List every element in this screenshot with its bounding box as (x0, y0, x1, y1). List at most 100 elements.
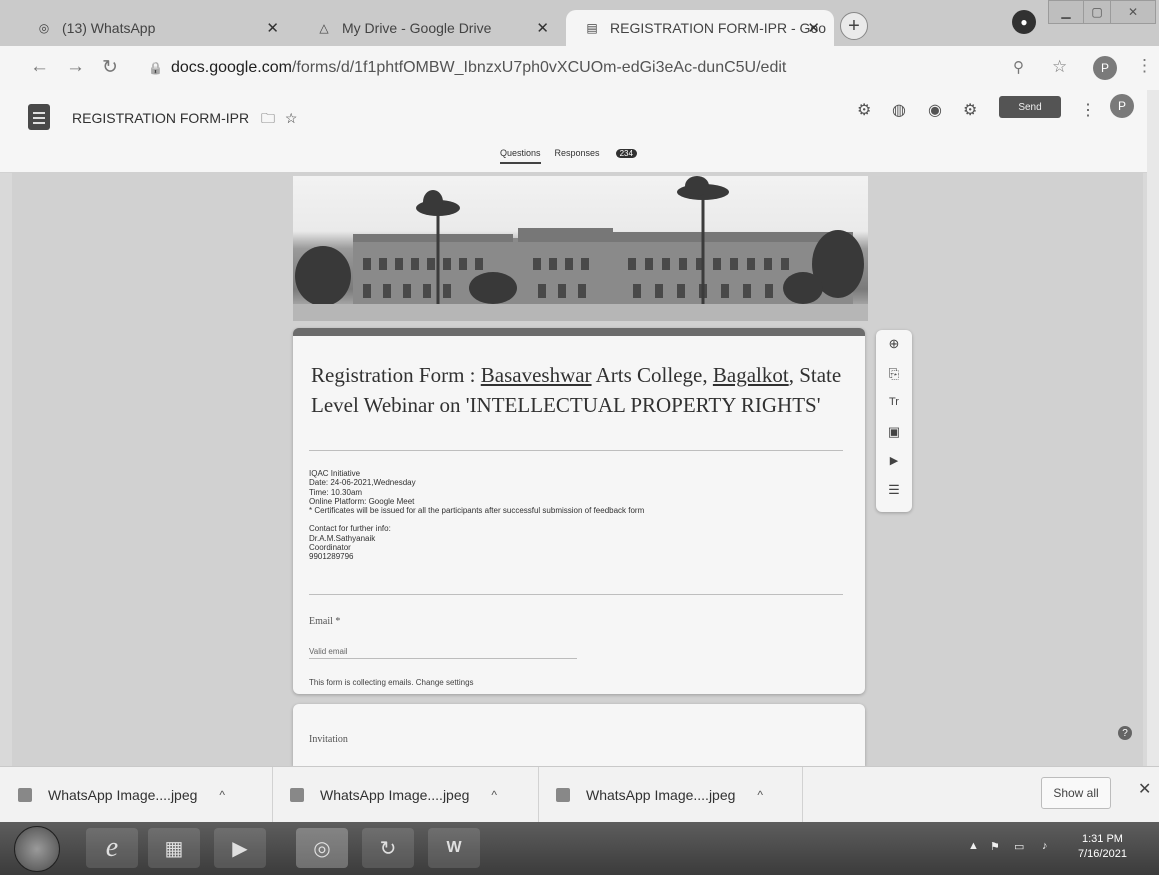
forms-header: REGISTRATION FORM-IPR 🗀 ☆ ⚙ ◍ ◉ ⚙ Send ⋮… (0, 90, 1159, 173)
zoom-icon[interactable]: ⚲ (1013, 58, 1024, 76)
reload-icon[interactable]: ↻ (102, 56, 118, 79)
action-center-icon[interactable]: ⚑ (990, 840, 1000, 853)
download-item[interactable]: WhatsApp Image....jpeg ^ (538, 767, 803, 823)
question-toolbar: ⊕ ⎘ Tr ▣ ▶ ☰ (876, 330, 912, 512)
description-line: Contact for further info: (309, 524, 391, 534)
lock-icon: 🔒 (148, 61, 163, 75)
close-downloads-icon[interactable]: ✕ (1138, 779, 1151, 799)
download-filename: WhatsApp Image....jpeg (586, 787, 736, 803)
close-tab-icon[interactable]: ✕ (807, 19, 820, 37)
heading-college-name: Basaveshwar (480, 363, 592, 387)
customize-theme-icon[interactable]: ⚙ (857, 100, 871, 120)
image-icon[interactable]: ▣ (876, 424, 912, 440)
heading-divider (309, 450, 843, 451)
description-line: Coordinator (309, 543, 351, 553)
email-field[interactable]: Valid email (309, 647, 348, 656)
tab-registration-form[interactable]: ▤ REGISTRATION FORM-IPR - Goo ✕ (566, 10, 834, 46)
media-player-icon[interactable]: ▶ (214, 828, 266, 868)
description-line: Dr.A.M.Sathyanaik (309, 533, 376, 543)
profile-avatar[interactable]: P (1093, 56, 1117, 80)
address-bar: ← → ↻ 🔒 docs.google.com/forms/d/1f1phtfOM… (0, 46, 1159, 91)
folder-icon[interactable]: 🗀 (261, 110, 275, 126)
minimize-icon[interactable]: ▁ (1048, 0, 1084, 24)
tab-title: REGISTRATION FORM-IPR - Goo (610, 20, 826, 36)
question-card[interactable]: Invitation (293, 704, 865, 766)
collecting-emails-note: This form is collecting emails. Change s… (309, 678, 474, 687)
forward-icon[interactable]: → (66, 56, 85, 78)
internet-explorer-icon[interactable]: e (86, 828, 138, 868)
browser-menu-icon[interactable]: ⋮ (1136, 56, 1153, 76)
network-icon[interactable]: ▭ (1014, 840, 1024, 853)
college-building-illustration (293, 176, 868, 321)
add-question-icon[interactable]: ⊕ (876, 336, 912, 352)
email-field-underline (309, 658, 577, 659)
bookmark-star-icon[interactable]: ☆ (1052, 57, 1067, 77)
downloads-bar: WhatsApp Image....jpeg ^ WhatsApp Image.… (0, 766, 1159, 823)
heading-prefix: Registration Form : (311, 363, 481, 387)
download-filename: WhatsApp Image....jpeg (48, 787, 198, 803)
app-icon[interactable]: ↻ (362, 828, 414, 868)
new-tab-button[interactable]: + (840, 12, 868, 40)
browser-tab-strip: ◎ (13) WhatsApp ✕ △ My Drive - Google Dr… (0, 0, 1159, 46)
back-icon[interactable]: ← (30, 56, 49, 78)
account-avatar[interactable]: P (1110, 94, 1134, 118)
form-header-image[interactable] (293, 176, 868, 321)
tab-title: My Drive - Google Drive (342, 20, 492, 36)
close-tab-icon[interactable]: ✕ (536, 19, 549, 37)
form-title[interactable]: REGISTRATION FORM-IPR 🗀 ☆ (72, 108, 297, 132)
preview-eye-icon[interactable]: ◉ (928, 100, 942, 120)
show-all-button[interactable]: Show all (1041, 777, 1111, 809)
download-item[interactable]: WhatsApp Image....jpeg ^ (272, 767, 539, 823)
tab-responses[interactable]: Responses 234 (555, 148, 651, 158)
image-file-icon (290, 788, 304, 802)
change-settings-link[interactable]: Change settings (416, 678, 474, 687)
tab-questions[interactable]: Questions (500, 148, 541, 164)
form-title-card[interactable]: Registration Form : Basaveshwar Arts Col… (293, 328, 865, 694)
collect-note-text: This form is collecting emails. (309, 678, 414, 687)
show-hidden-icons-icon[interactable]: ▲ (968, 840, 979, 852)
form-description[interactable]: IQAC Initiative Date: 24-06-2021,Wednesd… (309, 469, 644, 562)
page-scrollbar[interactable] (1147, 90, 1159, 766)
url-field[interactable]: 🔒 docs.google.com/forms/d/1f1phtfOMBW_Ibn… (148, 59, 786, 77)
start-button[interactable] (14, 826, 60, 872)
tab-whatsapp[interactable]: ◎ (13) WhatsApp ✕ (18, 10, 293, 46)
word-icon[interactable]: W (428, 828, 480, 868)
incognito-icon[interactable]: ● (1012, 10, 1036, 34)
more-options-icon[interactable]: ⋮ (1080, 100, 1096, 120)
taskbar: e ▦ ▶ ◎ ↻ W ▲ ⚑ ▭ ♪ 1:31 PM 7/16/2021 (0, 822, 1159, 875)
download-filename: WhatsApp Image....jpeg (320, 787, 470, 803)
url-path: /forms/d/1f1phtfOMBW_IbnzxU7ph0vXCUOm-ed… (291, 59, 787, 76)
chevron-up-icon[interactable]: ^ (219, 788, 225, 802)
form-tabs: Questions Responses 234 (500, 148, 665, 164)
form-heading[interactable]: Registration Form : Basaveshwar Arts Col… (311, 360, 851, 420)
google-drive-icon: △ (319, 21, 329, 35)
star-icon[interactable]: ☆ (285, 110, 298, 126)
maximize-icon[interactable]: ▢ (1083, 0, 1111, 24)
question-title: Invitation (309, 734, 348, 745)
help-icon[interactable]: ? (1118, 726, 1132, 740)
video-icon[interactable]: ▶ (876, 454, 912, 467)
tab-title: (13) WhatsApp (62, 20, 156, 36)
google-forms-icon: ▤ (586, 21, 598, 35)
import-questions-icon[interactable]: ⎘ (876, 366, 912, 382)
system-clock[interactable]: 1:31 PM 7/16/2021 (1078, 832, 1127, 862)
description-line: * Certificates will be issued for all th… (309, 506, 645, 516)
google-forms-logo-icon[interactable] (28, 104, 50, 130)
send-button[interactable]: Send (999, 96, 1061, 118)
download-item[interactable]: WhatsApp Image....jpeg ^ (0, 767, 273, 823)
chrome-icon[interactable]: ◎ (296, 828, 348, 868)
tab-google-drive[interactable]: △ My Drive - Google Drive ✕ (298, 10, 563, 46)
settings-gear-icon[interactable]: ⚙ (963, 100, 977, 120)
form-title-text: REGISTRATION FORM-IPR (72, 110, 250, 126)
volume-icon[interactable]: ♪ (1042, 840, 1048, 852)
chevron-up-icon[interactable]: ^ (491, 788, 497, 802)
clock-date: 7/16/2021 (1078, 848, 1127, 860)
section-icon[interactable]: ☰ (876, 482, 912, 498)
file-explorer-icon[interactable]: ▦ (148, 828, 200, 868)
chevron-up-icon[interactable]: ^ (757, 788, 763, 802)
close-window-icon[interactable]: ✕ (1110, 0, 1156, 24)
palette-icon[interactable]: ◍ (892, 100, 906, 120)
close-tab-icon[interactable]: ✕ (266, 19, 279, 37)
title-text-icon[interactable]: Tr (876, 396, 912, 408)
